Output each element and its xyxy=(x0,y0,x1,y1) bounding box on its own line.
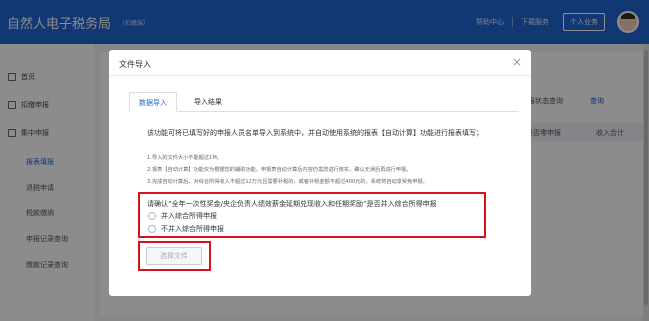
note-line: 1.导入的文件大小不能超过1M。 xyxy=(147,155,222,161)
option-label: 并入综合所得申报 xyxy=(161,212,217,220)
note-line: 3.完成自动计算后，对综合所得收入不超过12万元且需要补税的，或者补税金额不超过… xyxy=(147,179,428,185)
option-exclude-income[interactable]: 不并入综合所得申报 xyxy=(148,224,224,234)
radio-button[interactable] xyxy=(148,212,156,220)
note-line: 2.报表【自动计算】功能仅为根据您的辅助功能，申报表自动计算后内容仍需您进行核实… xyxy=(147,167,412,173)
dialog-divider xyxy=(109,75,531,76)
import-description: 该功能可将已填写好的申报人员名单导入到系统中，并自动使用系统的报表【自动计算】功… xyxy=(147,129,483,137)
file-import-dialog: 文件导入 × 数据导入 导入结果 该功能可将已填写好的申报人员名单导入到系统中，… xyxy=(109,50,531,296)
option-label: 不并入综合所得申报 xyxy=(161,225,224,233)
tab-import-result[interactable]: 导入结果 xyxy=(185,92,231,112)
select-file-button[interactable]: 选择文件 xyxy=(146,247,202,265)
confirm-question: 请确认“全年一次性奖金/央企负责人绩效薪金延期兑现收入和任期奖励”是否并入综合所… xyxy=(147,200,437,208)
close-icon[interactable]: × xyxy=(512,56,522,68)
dialog-title: 文件导入 xyxy=(119,60,151,69)
dialog-tabs: 数据导入 导入结果 xyxy=(129,92,519,112)
tab-data-import[interactable]: 数据导入 xyxy=(129,92,177,112)
income-merge-confirm-box: 请确认“全年一次性奖金/央企负责人绩效薪金延期兑现收入和任期奖励”是否并入综合所… xyxy=(138,192,486,238)
radio-button[interactable] xyxy=(148,225,156,233)
option-include-income[interactable]: 并入综合所得申报 xyxy=(148,211,217,221)
